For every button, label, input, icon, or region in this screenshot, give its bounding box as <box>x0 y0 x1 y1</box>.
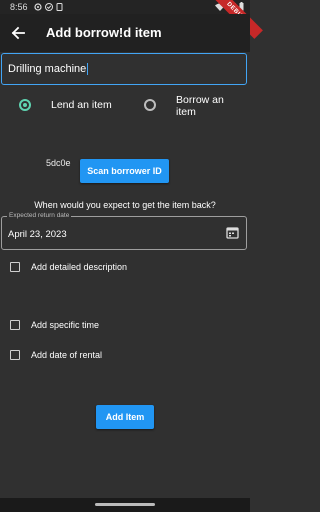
expected-return-date-field[interactable]: Expected return date April 23, 2023 <box>1 212 247 250</box>
sim-card-icon <box>56 3 63 11</box>
borrow-radio-label[interactable]: Borrow an item <box>176 94 246 118</box>
borrower-id-code: 5dc0e <box>46 158 71 168</box>
calendar-icon[interactable] <box>226 226 239 239</box>
add-date-of-rental-label[interactable]: Add date of rental <box>31 350 102 360</box>
return-question: When would you expect to get the item ba… <box>34 200 216 210</box>
expected-return-date-label: Expected return date <box>7 212 72 219</box>
item-name-input[interactable]: Drilling machine <box>1 53 247 85</box>
system-navigation-bar <box>0 498 250 512</box>
status-time: 8:56 <box>10 2 28 12</box>
borrow-radio[interactable] <box>144 99 156 111</box>
scan-borrower-id-button[interactable]: Scan borrower ID <box>80 159 169 183</box>
shield-icon <box>45 3 53 11</box>
lend-radio[interactable] <box>19 99 31 111</box>
app-bar: Add borrow!d item <box>0 14 250 52</box>
item-name-value[interactable]: Drilling machine <box>8 63 89 76</box>
status-bar: 8:56 <box>0 0 250 14</box>
add-detailed-description-label[interactable]: Add detailed description <box>31 262 127 272</box>
lend-radio-label[interactable]: Lend an item <box>51 99 112 111</box>
add-specific-time-checkbox[interactable] <box>10 320 20 330</box>
back-arrow-icon[interactable] <box>10 25 26 41</box>
expected-return-date-value[interactable]: April 23, 2023 <box>8 229 67 240</box>
add-detailed-description-checkbox[interactable] <box>10 262 20 272</box>
add-specific-time-label[interactable]: Add specific time <box>31 320 99 330</box>
settings-icon <box>34 3 42 11</box>
add-date-of-rental-checkbox[interactable] <box>10 350 20 360</box>
page-title: Add borrow!d item <box>46 25 162 40</box>
status-notification-icons <box>34 3 63 11</box>
add-item-button[interactable]: Add Item <box>96 405 154 429</box>
home-gesture-handle[interactable] <box>95 503 155 506</box>
text-cursor <box>87 63 89 76</box>
